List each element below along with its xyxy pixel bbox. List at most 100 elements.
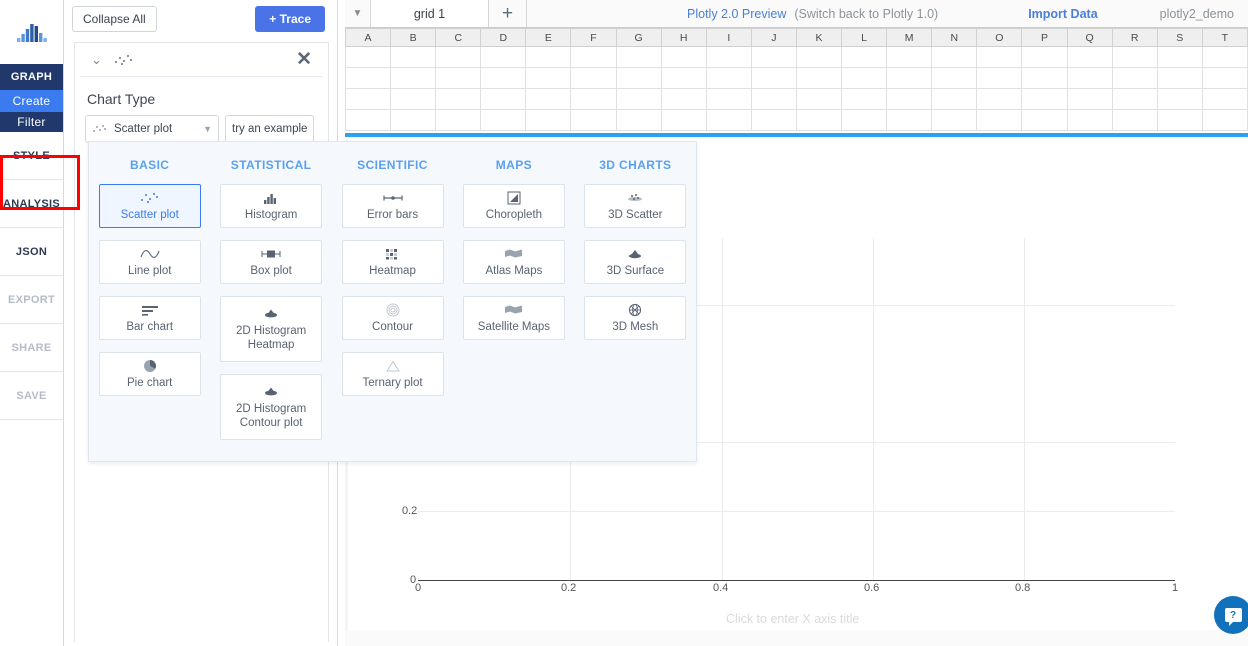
grid-cell[interactable] (480, 109, 527, 131)
column-header-h[interactable]: H (660, 28, 707, 47)
chart-option-3d-scatter[interactable]: 3D Scatter (584, 184, 687, 228)
column-header-f[interactable]: F (570, 28, 617, 47)
grid-cell[interactable] (435, 88, 482, 110)
import-data-button[interactable]: Import Data (1028, 7, 1097, 21)
chart-option-2d-histogram-heatmap[interactable]: 2D Histogram Heatmap (220, 296, 323, 362)
chart-option-heatmap[interactable]: Heatmap (341, 240, 444, 284)
grid-cell[interactable] (390, 88, 437, 110)
grid-cell[interactable] (570, 88, 617, 110)
grid-cell[interactable] (1066, 46, 1113, 68)
try-an-example-button[interactable]: try an example (225, 115, 315, 143)
grid-cell[interactable] (1021, 46, 1068, 68)
grid-cell[interactable] (931, 88, 978, 110)
help-button[interactable]: ? (1214, 596, 1248, 634)
grid-cell[interactable] (344, 88, 392, 110)
grid-cell[interactable] (841, 109, 888, 131)
chart-option-atlas-maps[interactable]: Atlas Maps (462, 240, 565, 284)
column-header-t[interactable]: T (1201, 28, 1248, 47)
grid-cell[interactable] (525, 109, 572, 131)
add-grid-button[interactable]: + (489, 0, 527, 27)
grid-cell[interactable] (1156, 67, 1203, 89)
chart-option-histogram[interactable]: Histogram (220, 184, 323, 228)
grid-cell[interactable] (795, 88, 843, 110)
chart-option-box-plot[interactable]: Box plot (220, 240, 323, 284)
grid-cell[interactable] (795, 109, 843, 131)
grid-cell[interactable] (525, 67, 572, 89)
chart-option-choropleth[interactable]: Choropleth (462, 184, 565, 228)
grid-cell[interactable] (1066, 88, 1113, 110)
grid-cell[interactable] (570, 67, 617, 89)
chart-option-satellite-maps[interactable]: Satellite Maps (462, 296, 565, 340)
grid-cell[interactable] (615, 109, 662, 131)
chart-option-error-bars[interactable]: Error bars (341, 184, 444, 228)
grid-cell[interactable] (615, 46, 662, 68)
grid-cell[interactable] (795, 67, 843, 89)
grid-cell[interactable] (795, 46, 843, 68)
grid-cell[interactable] (435, 67, 482, 89)
grid-cell[interactable] (976, 109, 1023, 131)
chart-type-select[interactable]: Scatter plot ▼ (85, 115, 219, 143)
grid-resize-handle[interactable] (345, 133, 1248, 137)
grid-cell[interactable] (525, 46, 572, 68)
grid-cell[interactable] (705, 109, 752, 131)
grid-cell[interactable] (1156, 109, 1203, 131)
grid-cell[interactable] (660, 67, 707, 89)
column-header-k[interactable]: K (795, 28, 843, 47)
column-header-b[interactable]: B (390, 28, 437, 47)
app-logo[interactable] (0, 0, 63, 64)
grid-cell[interactable] (1201, 46, 1248, 68)
grid-cell[interactable] (750, 46, 797, 68)
chart-option-bar-chart[interactable]: Bar chart (98, 296, 201, 340)
grid-cell[interactable] (390, 46, 437, 68)
grid-cell[interactable] (1111, 67, 1158, 89)
grid-cell[interactable] (886, 67, 933, 89)
chart-option-3d-mesh[interactable]: 3D Mesh (584, 296, 687, 340)
grid-cell[interactable] (480, 88, 527, 110)
add-trace-button[interactable]: + Trace (255, 6, 325, 32)
sidebar-item-analysis[interactable]: ANALYSIS (0, 180, 63, 228)
chart-option-2d-histogram-contour-plot[interactable]: 2D Histogram Contour plot (220, 374, 323, 440)
grid-cell[interactable] (1111, 88, 1158, 110)
grid-cell[interactable] (1156, 88, 1203, 110)
grid-cell[interactable] (841, 88, 888, 110)
grid-cell[interactable] (480, 67, 527, 89)
grid-cell[interactable] (1201, 67, 1248, 89)
column-header-j[interactable]: J (750, 28, 797, 47)
grid-cell[interactable] (390, 67, 437, 89)
grid-cell[interactable] (344, 67, 392, 89)
chart-option-contour[interactable]: Contour (341, 296, 444, 340)
chart-option-ternary-plot[interactable]: Ternary plot (341, 352, 444, 396)
grid-cell[interactable] (931, 109, 978, 131)
grid-cell[interactable] (390, 109, 437, 131)
grid-cell[interactable] (886, 46, 933, 68)
grid-cell[interactable] (615, 67, 662, 89)
chevron-down-icon[interactable]: ⌄ (91, 53, 103, 66)
grid-cell[interactable] (1021, 109, 1068, 131)
grid-cell[interactable] (1021, 67, 1068, 89)
data-grid[interactable]: A B C D E F G H I J K L M N O P Q R S T (344, 28, 1248, 138)
column-header-d[interactable]: D (480, 28, 527, 47)
grid-cell[interactable] (886, 109, 933, 131)
column-header-c[interactable]: C (435, 28, 482, 47)
sidebar-item-create[interactable]: Create (0, 90, 63, 112)
column-header-n[interactable]: N (931, 28, 978, 47)
filename-label[interactable]: plotly2_demo (1160, 7, 1234, 21)
grid-cell[interactable] (886, 88, 933, 110)
grid-cell[interactable] (344, 46, 392, 68)
grid-cell[interactable] (705, 88, 752, 110)
grid-cell[interactable] (480, 46, 527, 68)
sidebar-item-export[interactable]: EXPORT (0, 276, 63, 324)
chart-option-line-plot[interactable]: Line plot (98, 240, 201, 284)
grid-cell[interactable] (1201, 109, 1248, 131)
grid-cell[interactable] (976, 46, 1023, 68)
grid-cell[interactable] (435, 109, 482, 131)
grid-cell[interactable] (841, 46, 888, 68)
grid-cell[interactable] (750, 88, 797, 110)
grid-cell[interactable] (841, 67, 888, 89)
close-icon[interactable]: ✕ (296, 50, 312, 69)
column-header-r[interactable]: R (1111, 28, 1158, 47)
sidebar-item-style[interactable]: STYLE (0, 132, 63, 180)
grid-cell[interactable] (1156, 46, 1203, 68)
sidebar-item-save[interactable]: SAVE (0, 372, 63, 420)
grid-cell[interactable] (570, 109, 617, 131)
